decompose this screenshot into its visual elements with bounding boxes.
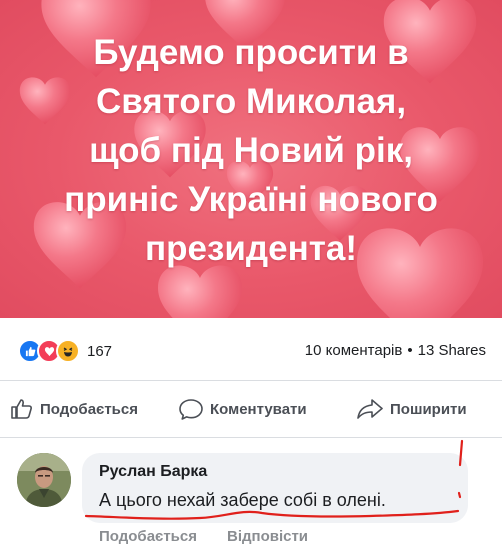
share-arrow-icon bbox=[357, 399, 383, 419]
post-stats: 167 10 коментарів • 13 Shares bbox=[0, 318, 502, 381]
headline-line: Будемо просити в bbox=[93, 33, 409, 72]
comment-author[interactable]: Руслан Барка bbox=[99, 463, 207, 481]
comment-actions: Подобається Відповісти bbox=[99, 528, 308, 545]
comment-like-link[interactable]: Подобається bbox=[99, 528, 197, 545]
comment-bubble-icon bbox=[179, 399, 203, 420]
reaction-count: 167 bbox=[87, 342, 113, 360]
avatar[interactable] bbox=[17, 453, 71, 507]
comment-button[interactable]: Коментувати bbox=[178, 397, 307, 421]
comment-bubble: Руслан Барка А цього нехай забере собі в… bbox=[82, 453, 468, 523]
reactions-summary[interactable]: 167 bbox=[18, 339, 113, 363]
post-actions: Подобається Коментувати Поширити bbox=[0, 381, 502, 438]
headline-line: Святого Миколая, bbox=[95, 82, 407, 121]
thumbs-up-icon bbox=[11, 399, 32, 419]
comments-count-link[interactable]: 10 коментарів bbox=[305, 342, 403, 359]
share-button-label: Поширити bbox=[390, 400, 467, 418]
post-image[interactable]: Будемо просити в Святого Миколая, щоб пі… bbox=[0, 0, 502, 318]
headline-line: щоб під Новий рік, bbox=[89, 131, 413, 170]
shares-count-link[interactable]: 13 Shares bbox=[418, 342, 486, 359]
headline-line: приніс Україні нового bbox=[64, 180, 438, 219]
comment-button-label: Коментувати bbox=[210, 400, 307, 418]
like-button[interactable]: Подобається bbox=[10, 397, 138, 421]
share-button[interactable]: Поширити bbox=[356, 397, 467, 421]
comment-reply-link[interactable]: Відповісти bbox=[227, 528, 308, 545]
comments-shares: 10 коментарів • 13 Shares bbox=[305, 342, 486, 359]
like-button-label: Подобається bbox=[40, 400, 138, 418]
comment: Руслан Барка А цього нехай забере собі в… bbox=[0, 437, 502, 553]
post-headline: Будемо просити в Святого Миколая, щоб пі… bbox=[10, 28, 492, 273]
separator-dot: • bbox=[407, 342, 413, 359]
comment-text: А цього нехай забере собі в олені. bbox=[99, 490, 386, 510]
headline-line: президента! bbox=[145, 229, 357, 268]
haha-icon bbox=[56, 339, 80, 363]
